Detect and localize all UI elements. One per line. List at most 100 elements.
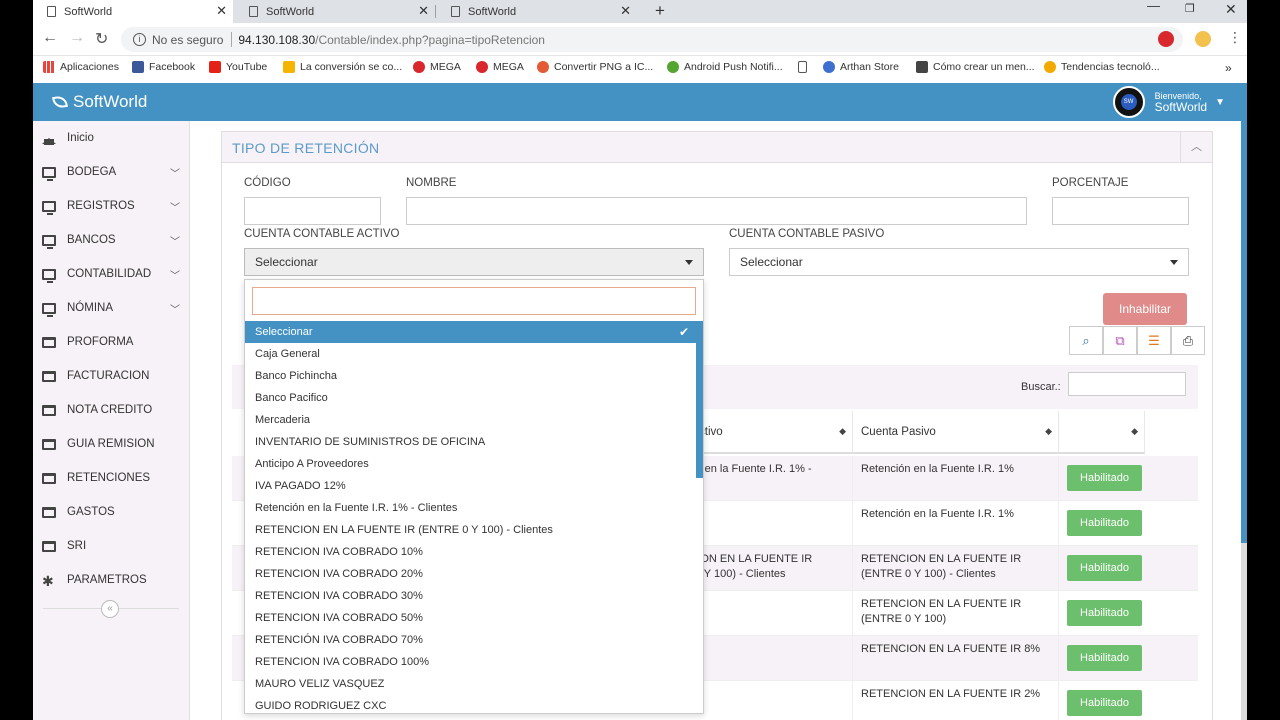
sidebar-item-inicio[interactable]: Inicio [33,121,190,155]
dropdown-option[interactable]: RETENCION IVA COBRADO 30% [245,585,703,607]
bookmark-youtube[interactable]: YouTube [209,61,267,73]
chevron-down-icon: ﹀ [170,203,180,214]
bookmark-tendencias[interactable]: Tendencias tecnoló... [1044,61,1160,73]
avatar: SW [1112,86,1145,118]
browser-tab-2[interactable]: SoftWorld ✕ [235,0,436,23]
dropdown-option[interactable]: Seleccionar ✔ [245,321,703,343]
sidebar-item-registros[interactable]: REGISTROS ﹀ [33,189,190,223]
tab-title: SoftWorld [266,5,315,18]
bookmark-blank[interactable] [798,61,812,73]
bookmark-facebook[interactable]: Facebook [132,61,195,73]
column-header-estado[interactable]: ◆ [1059,411,1145,454]
sidebar-item-nota-credito[interactable]: NOTA CREDITO [33,393,190,427]
close-icon[interactable]: ✕ [216,3,227,19]
search-icon[interactable]: ⌕ [1069,326,1103,355]
bookmark-icon [1044,61,1056,73]
inhabilitar-button[interactable]: Inhabilitar [1103,293,1187,325]
sidebar-item-retenciones[interactable]: RETENCIONES [33,461,190,495]
sidebar-item-sri[interactable]: SRI [33,529,190,563]
dropdown-option[interactable]: Retención en la Fuente I.R. 1% - Cliente… [245,497,703,519]
browser-tab-1[interactable]: SoftWorld ✕ [33,0,233,23]
minimize-icon[interactable]: — [1147,0,1160,13]
monitor-icon [42,200,56,215]
bookmarks-overflow-icon[interactable]: » [1225,61,1232,75]
mega-icon [413,61,425,73]
bookmark-arthan[interactable]: Arthan Store [823,61,899,73]
dropdown-option[interactable]: Banco Pichincha [245,365,703,387]
sidebar-item-bodega[interactable]: BODEGA ﹀ [33,155,190,189]
reload-icon[interactable]: ↻ [95,29,108,49]
dropdown-option[interactable]: MAURO VELIZ VASQUEZ [245,673,703,695]
status-badge[interactable]: Habilitado [1067,690,1142,716]
database-icon[interactable]: ☰ [1137,326,1171,355]
close-icon[interactable]: ✕ [620,3,631,19]
bookmark-mega-1[interactable]: MEGA [413,61,461,73]
sidebar-item-parametros[interactable]: ✱ PARAMETROS [33,563,190,597]
nombre-input[interactable] [406,197,1027,225]
porcentaje-input[interactable] [1052,197,1189,225]
status-badge[interactable]: Habilitado [1067,600,1142,626]
user-menu[interactable]: SW Bienvenido, SoftWorld ▼ [1112,86,1225,118]
bookmark-convertir[interactable]: Convertir PNG a IC... [537,61,653,73]
window-close-icon[interactable]: ✕ [1225,1,1237,18]
dropdown-option[interactable]: Caja General [245,343,703,365]
brand-name: SoftWorld [73,92,148,111]
dropdown-option[interactable]: INVENTARIO DE SUMINISTROS DE OFICINA [245,431,703,453]
sidebar-item-nomina[interactable]: NÓMINA ﹀ [33,291,190,325]
cuenta-activo-select[interactable]: Seleccionar [244,248,704,276]
chevron-down-icon: ﹀ [170,169,180,180]
column-header-cuenta-pasivo[interactable]: Cuenta Pasivo ◆ [853,411,1059,454]
dropdown-option[interactable]: RETENCION IVA COBRADO 20% [245,563,703,585]
dropdown-scrollbar[interactable] [696,338,703,478]
bookmark-mega-2[interactable]: MEGA [476,61,524,73]
status-badge[interactable]: Habilitado [1067,510,1142,536]
dropdown-option[interactable]: Banco Pacifico [245,387,703,409]
dropdown-option[interactable]: RETENCION IVA COBRADO 10% [245,541,703,563]
bookmark-como-crear[interactable]: Cómo crear un men... [916,61,1035,73]
dropdown-option[interactable]: RETENCION IVA COBRADO 100% [245,651,703,673]
bookmark-android-push[interactable]: Android Push Notifi... [667,61,783,73]
sidebar-item-bancos[interactable]: BANCOS ﹀ [33,223,190,257]
dropdown-option[interactable]: Anticipo A Proveedores [245,453,703,475]
brand-logo[interactable]: SoftWorld [52,92,148,112]
menu-dots-icon[interactable]: ⋮ [1228,29,1242,46]
emoji-extension-icon[interactable] [1195,31,1211,47]
sort-icon: ◆ [839,426,846,436]
status-badge[interactable]: Habilitado [1067,555,1142,581]
new-tab-icon[interactable]: + [655,1,665,21]
dropdown-option[interactable]: RETENCIÓN IVA COBRADO 70% [245,629,703,651]
bookmark-apps[interactable]: Aplicaciones [43,61,119,73]
address-bar[interactable]: i No es seguro 94.130.108.30/Contable/in… [121,27,1183,52]
bookmark-conversion[interactable]: La conversión se co... [283,61,402,73]
dropdown-option[interactable]: IVA PAGADO 12% [245,475,703,497]
sidebar-item-gastos[interactable]: GASTOS [33,495,190,529]
cuenta-pasivo-select[interactable]: Seleccionar [729,248,1189,276]
sidebar-item-facturacion[interactable]: FACTURACION [33,359,190,393]
copy-icon[interactable]: ⧉ [1103,326,1137,355]
dropdown-option[interactable]: Mercaderia [245,409,703,431]
dropdown-option[interactable]: RETENCION IVA COBRADO 50% [245,607,703,629]
dropdown-option[interactable]: GUIDO RODRIGUEZ CXC [245,695,703,713]
forward-icon[interactable]: → [69,29,85,47]
search-input[interactable] [1068,372,1186,396]
sidebar-item-guia-remision[interactable]: GUIA REMISION [33,427,190,461]
close-icon[interactable]: ✕ [418,3,429,19]
sidebar-item-proforma[interactable]: PROFORMA [33,325,190,359]
sidebar-collapse-button[interactable]: « [101,600,119,618]
browser-tab-3[interactable]: SoftWorld ✕ [437,0,637,23]
info-icon[interactable]: i [133,33,146,46]
dropdown-search-input[interactable] [252,287,696,315]
sort-icon: ◆ [1131,426,1138,436]
back-icon[interactable]: ← [42,29,58,47]
dropdown-option[interactable]: RETENCION EN LA FUENTE IR (ENTRE 0 Y 100… [245,519,703,541]
dropdown-options: Seleccionar ✔ Caja General Banco Pichinch… [245,321,703,713]
print-icon[interactable]: ⎙ [1171,326,1205,355]
status-badge[interactable]: Habilitado [1067,465,1142,491]
sidebar-item-contabilidad[interactable]: CONTABILIDAD ﹀ [33,257,190,291]
tab-title: SoftWorld [468,5,517,18]
status-badge[interactable]: Habilitado [1067,645,1142,671]
chevron-up-icon[interactable]: ︿ [1180,132,1212,163]
opera-extension-icon[interactable] [1158,31,1174,47]
codigo-input[interactable] [244,197,381,225]
restore-icon[interactable]: ❐ [1185,2,1195,15]
